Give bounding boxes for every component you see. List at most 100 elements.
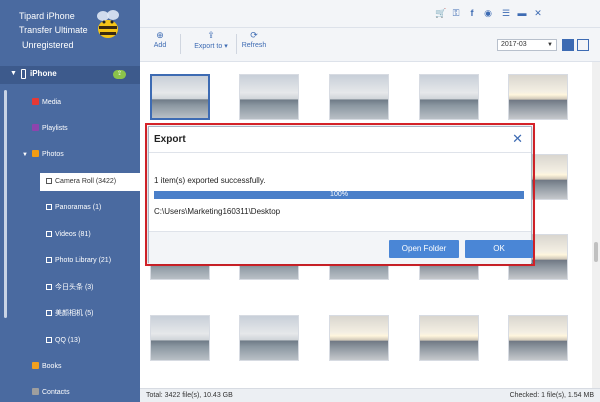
sidebar-item-playlists[interactable]: Playlists bbox=[32, 122, 68, 136]
sidebar-item-panoramas[interactable]: Panoramas (1) bbox=[46, 201, 101, 215]
close-icon[interactable]: ✕ bbox=[533, 8, 543, 18]
photo-thumbnail[interactable] bbox=[239, 74, 299, 120]
add-button[interactable]: ⊕ Add bbox=[150, 31, 170, 50]
export-label: Export to bbox=[194, 43, 223, 50]
toolbar-divider bbox=[180, 34, 181, 54]
minimize-icon[interactable]: ▬ bbox=[517, 8, 527, 18]
album-icon bbox=[46, 204, 52, 210]
sidebar: Tipard iPhone Transfer Ultimate Unregist… bbox=[0, 0, 140, 402]
device-name: iPhone bbox=[30, 69, 57, 78]
sidebar-item-album-qq[interactable]: QQ (13) bbox=[46, 334, 80, 348]
dialog-footer: Open Folder OK bbox=[149, 231, 533, 264]
album-icon bbox=[46, 284, 52, 290]
open-folder-button[interactable]: Open Folder bbox=[389, 240, 459, 258]
sidebar-item-label: Videos (81) bbox=[55, 231, 91, 238]
dialog-title: Export bbox=[154, 134, 186, 145]
sidebar-item-label: Panoramas (1) bbox=[55, 204, 102, 211]
cart-icon[interactable]: 🛒 bbox=[435, 8, 446, 18]
album-icon bbox=[46, 178, 52, 184]
toolbar-divider bbox=[236, 34, 237, 54]
month-select[interactable]: 2017-03 ▼ bbox=[497, 39, 557, 51]
device-item-iphone[interactable]: ▼ iPhone ⇪ bbox=[0, 66, 140, 84]
grid-view-button[interactable] bbox=[562, 39, 574, 51]
sidebar-item-label: 美颜相机 (5) bbox=[55, 310, 94, 317]
photo-thumbnail[interactable] bbox=[239, 315, 299, 361]
books-icon bbox=[32, 362, 39, 369]
sidebar-item-videos[interactable]: Videos (81) bbox=[46, 228, 91, 242]
status-checked: Checked: 1 file(s), 1.54 MB bbox=[509, 392, 594, 399]
dialog-header: Export ✕ bbox=[149, 127, 531, 153]
sidebar-item-label: Photo Library (21) bbox=[55, 257, 112, 264]
photo-thumbnail[interactable] bbox=[419, 315, 479, 361]
sidebar-item-label: Contacts bbox=[42, 389, 70, 396]
app-title-line2: Transfer Ultimate bbox=[19, 25, 88, 35]
phone-icon bbox=[21, 69, 26, 79]
photo-thumbnail[interactable] bbox=[508, 74, 568, 120]
status-total: Total: 3422 file(s), 10.43 GB bbox=[146, 392, 233, 399]
sidebar-item-camera-roll[interactable]: Camera Roll (3422) bbox=[40, 173, 140, 191]
expand-triangle-icon[interactable]: ▼ bbox=[10, 70, 17, 77]
sidebar-scrollbar[interactable] bbox=[4, 90, 7, 318]
sidebar-item-label: Media bbox=[42, 99, 62, 106]
progress-text: 100% bbox=[330, 191, 348, 198]
album-icon bbox=[46, 310, 52, 316]
sidebar-item-album-meiyan[interactable]: 美颜相机 (5) bbox=[46, 307, 94, 321]
sidebar-item-album-toutiao[interactable]: 今日头条 (3) bbox=[46, 281, 94, 295]
photo-thumbnail[interactable] bbox=[150, 315, 210, 361]
export-icon: ⇪ bbox=[207, 30, 215, 40]
sidebar-item-media[interactable]: Media bbox=[32, 96, 61, 110]
add-label: Add bbox=[153, 42, 167, 49]
album-icon bbox=[46, 257, 52, 263]
sidebar-item-label: Photos bbox=[41, 151, 64, 158]
facebook-icon[interactable]: f bbox=[467, 8, 477, 18]
playlist-icon bbox=[32, 124, 39, 131]
chevron-down-icon: ▼ bbox=[547, 42, 553, 48]
photo-thumbnail[interactable] bbox=[419, 74, 479, 120]
export-path: C:\Users\Marketing160311\Desktop bbox=[154, 207, 281, 216]
sidebar-item-label: 今日头条 (3) bbox=[55, 284, 94, 291]
scrollbar-thumb[interactable] bbox=[594, 242, 598, 262]
export-to-button[interactable]: ⇪ Export to ▾ bbox=[190, 30, 232, 51]
sidebar-item-label: Camera Roll (3422) bbox=[55, 178, 117, 185]
sidebar-item-photo-library[interactable]: Photo Library (21) bbox=[46, 254, 111, 268]
title-bar: 🛒 ⚿ f ◉ ☰ ▬ ✕ bbox=[140, 0, 600, 28]
sidebar-item-books[interactable]: Books bbox=[32, 360, 61, 374]
bee-logo-icon bbox=[97, 10, 119, 38]
menu-icon[interactable]: ☰ bbox=[501, 8, 511, 18]
refresh-label: Refresh bbox=[241, 42, 267, 49]
app-header: Tipard iPhone Transfer Ultimate Unregist… bbox=[0, 0, 140, 62]
export-result-message: 1 item(s) exported successfully. bbox=[154, 176, 266, 185]
chevron-down-icon: ▾ bbox=[222, 43, 228, 50]
album-icon bbox=[46, 337, 52, 343]
export-dialog: Export ✕ 1 item(s) exported successfully… bbox=[148, 126, 533, 264]
grid-scrollbar[interactable] bbox=[592, 62, 600, 388]
sidebar-item-contacts[interactable]: Contacts bbox=[32, 386, 70, 400]
key-icon[interactable]: ⚿ bbox=[451, 8, 461, 18]
sidebar-item-label: Playlists bbox=[42, 125, 68, 132]
month-select-value: 2017-03 bbox=[501, 41, 527, 48]
close-icon[interactable]: ✕ bbox=[512, 131, 523, 147]
device-badge: ⇪ bbox=[113, 70, 126, 79]
refresh-icon: ⟳ bbox=[250, 30, 258, 40]
chat-icon[interactable]: ◉ bbox=[483, 8, 493, 18]
list-view-button[interactable] bbox=[577, 39, 589, 51]
expand-triangle-icon[interactable]: ▼ bbox=[22, 152, 28, 158]
photo-thumbnail[interactable] bbox=[329, 74, 389, 120]
progress-bar: 100% bbox=[154, 191, 524, 199]
sidebar-item-label: Books bbox=[42, 363, 62, 370]
music-icon bbox=[32, 98, 39, 105]
refresh-button[interactable]: ⟳ Refresh bbox=[240, 30, 268, 50]
registration-status: Unregistered bbox=[22, 40, 74, 50]
photo-thumbnail[interactable] bbox=[329, 315, 389, 361]
sidebar-item-photos[interactable]: ▼ Photos bbox=[22, 148, 64, 162]
contacts-icon bbox=[32, 388, 39, 395]
photo-thumbnail[interactable] bbox=[150, 74, 210, 120]
ok-button[interactable]: OK bbox=[465, 240, 533, 258]
album-icon bbox=[46, 231, 52, 237]
app-title-line1: Tipard iPhone bbox=[19, 11, 75, 21]
photos-icon bbox=[31, 150, 39, 157]
photo-thumbnail[interactable] bbox=[508, 315, 568, 361]
sidebar-item-label: QQ (13) bbox=[55, 337, 81, 344]
status-bar: Total: 3422 file(s), 10.43 GB Checked: 1… bbox=[140, 388, 600, 402]
toolbar: ⊕ Add ⇪ Export to ▾ ⟳ Refresh 2017-03 ▼ bbox=[140, 28, 600, 62]
